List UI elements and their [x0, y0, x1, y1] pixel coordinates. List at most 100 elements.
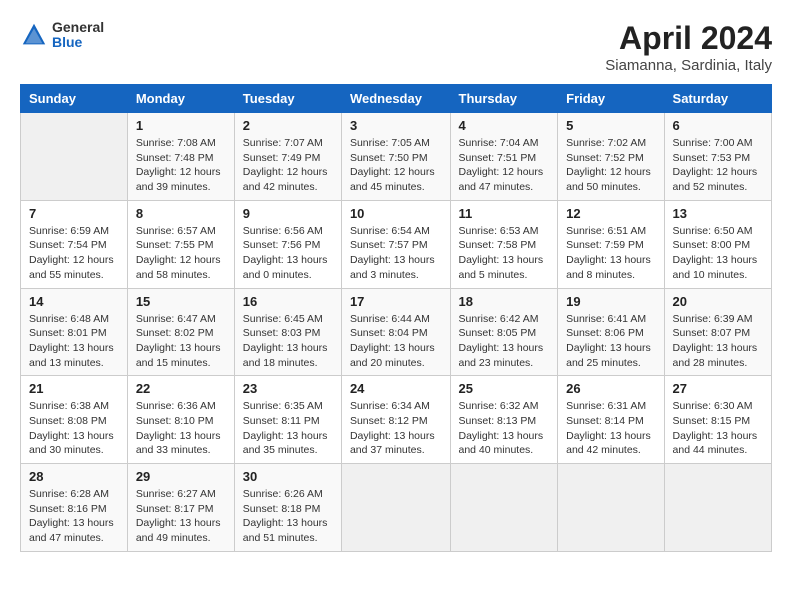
calendar-cell: 21 Sunrise: 6:38 AMSunset: 8:08 PMDaylig… [21, 376, 128, 464]
day-info: Sunrise: 6:28 AMSunset: 8:16 PMDaylight:… [29, 488, 114, 544]
location: Siamanna, Sardinia, Italy [605, 57, 772, 74]
calendar-cell [21, 113, 128, 201]
header-day-monday: Monday [127, 85, 234, 113]
day-number: 28 [29, 469, 119, 484]
calendar-cell: 10 Sunrise: 6:54 AMSunset: 7:57 PMDaylig… [341, 200, 450, 288]
day-number: 12 [566, 206, 655, 221]
day-number: 4 [459, 118, 550, 133]
day-info: Sunrise: 7:02 AMSunset: 7:52 PMDaylight:… [566, 137, 651, 193]
day-number: 1 [136, 118, 226, 133]
calendar-table: SundayMondayTuesdayWednesdayThursdayFrid… [20, 84, 772, 552]
header-row: SundayMondayTuesdayWednesdayThursdayFrid… [21, 85, 772, 113]
logo-general: General [52, 20, 104, 35]
day-number: 15 [136, 294, 226, 309]
day-number: 18 [459, 294, 550, 309]
day-number: 8 [136, 206, 226, 221]
calendar-cell: 7 Sunrise: 6:59 AMSunset: 7:54 PMDayligh… [21, 200, 128, 288]
day-info: Sunrise: 6:57 AMSunset: 7:55 PMDaylight:… [136, 225, 221, 281]
day-number: 27 [673, 381, 763, 396]
calendar-cell: 12 Sunrise: 6:51 AMSunset: 7:59 PMDaylig… [558, 200, 664, 288]
calendar-cell: 2 Sunrise: 7:07 AMSunset: 7:49 PMDayligh… [234, 113, 341, 201]
day-number: 25 [459, 381, 550, 396]
day-number: 3 [350, 118, 442, 133]
header-day-sunday: Sunday [21, 85, 128, 113]
day-info: Sunrise: 6:27 AMSunset: 8:17 PMDaylight:… [136, 488, 221, 544]
day-number: 6 [673, 118, 763, 133]
day-number: 26 [566, 381, 655, 396]
day-info: Sunrise: 7:00 AMSunset: 7:53 PMDaylight:… [673, 137, 758, 193]
calendar-cell: 9 Sunrise: 6:56 AMSunset: 7:56 PMDayligh… [234, 200, 341, 288]
day-info: Sunrise: 6:59 AMSunset: 7:54 PMDaylight:… [29, 225, 114, 281]
calendar-cell: 15 Sunrise: 6:47 AMSunset: 8:02 PMDaylig… [127, 288, 234, 376]
logo-text: General Blue [52, 20, 104, 51]
logo: General Blue [20, 20, 104, 51]
title-block: April 2024 Siamanna, Sardinia, Italy [605, 20, 772, 74]
calendar-cell: 1 Sunrise: 7:08 AMSunset: 7:48 PMDayligh… [127, 113, 234, 201]
calendar-cell [558, 464, 664, 552]
day-info: Sunrise: 6:36 AMSunset: 8:10 PMDaylight:… [136, 400, 221, 456]
calendar-cell: 29 Sunrise: 6:27 AMSunset: 8:17 PMDaylig… [127, 464, 234, 552]
calendar-cell: 5 Sunrise: 7:02 AMSunset: 7:52 PMDayligh… [558, 113, 664, 201]
header-day-wednesday: Wednesday [341, 85, 450, 113]
day-info: Sunrise: 6:53 AMSunset: 7:58 PMDaylight:… [459, 225, 544, 281]
calendar-cell: 6 Sunrise: 7:00 AMSunset: 7:53 PMDayligh… [664, 113, 771, 201]
calendar-cell: 20 Sunrise: 6:39 AMSunset: 8:07 PMDaylig… [664, 288, 771, 376]
calendar-cell: 24 Sunrise: 6:34 AMSunset: 8:12 PMDaylig… [341, 376, 450, 464]
day-info: Sunrise: 7:08 AMSunset: 7:48 PMDaylight:… [136, 137, 221, 193]
day-number: 5 [566, 118, 655, 133]
week-row-3: 14 Sunrise: 6:48 AMSunset: 8:01 PMDaylig… [21, 288, 772, 376]
calendar-cell: 30 Sunrise: 6:26 AMSunset: 8:18 PMDaylig… [234, 464, 341, 552]
day-info: Sunrise: 6:56 AMSunset: 7:56 PMDaylight:… [243, 225, 328, 281]
calendar-cell: 23 Sunrise: 6:35 AMSunset: 8:11 PMDaylig… [234, 376, 341, 464]
day-info: Sunrise: 6:41 AMSunset: 8:06 PMDaylight:… [566, 313, 651, 369]
day-number: 24 [350, 381, 442, 396]
calendar-body: 1 Sunrise: 7:08 AMSunset: 7:48 PMDayligh… [21, 113, 772, 552]
day-number: 21 [29, 381, 119, 396]
calendar-cell: 3 Sunrise: 7:05 AMSunset: 7:50 PMDayligh… [341, 113, 450, 201]
day-info: Sunrise: 6:30 AMSunset: 8:15 PMDaylight:… [673, 400, 758, 456]
week-row-1: 1 Sunrise: 7:08 AMSunset: 7:48 PMDayligh… [21, 113, 772, 201]
calendar-cell: 8 Sunrise: 6:57 AMSunset: 7:55 PMDayligh… [127, 200, 234, 288]
header-day-thursday: Thursday [450, 85, 558, 113]
header-day-friday: Friday [558, 85, 664, 113]
day-info: Sunrise: 6:51 AMSunset: 7:59 PMDaylight:… [566, 225, 651, 281]
day-number: 2 [243, 118, 333, 133]
calendar-cell: 17 Sunrise: 6:44 AMSunset: 8:04 PMDaylig… [341, 288, 450, 376]
month-title: April 2024 [605, 20, 772, 57]
week-row-5: 28 Sunrise: 6:28 AMSunset: 8:16 PMDaylig… [21, 464, 772, 552]
calendar-cell: 4 Sunrise: 7:04 AMSunset: 7:51 PMDayligh… [450, 113, 558, 201]
day-number: 7 [29, 206, 119, 221]
calendar-cell: 22 Sunrise: 6:36 AMSunset: 8:10 PMDaylig… [127, 376, 234, 464]
calendar-cell: 14 Sunrise: 6:48 AMSunset: 8:01 PMDaylig… [21, 288, 128, 376]
calendar-cell [450, 464, 558, 552]
header-day-saturday: Saturday [664, 85, 771, 113]
day-info: Sunrise: 6:35 AMSunset: 8:11 PMDaylight:… [243, 400, 328, 456]
header-day-tuesday: Tuesday [234, 85, 341, 113]
day-info: Sunrise: 6:26 AMSunset: 8:18 PMDaylight:… [243, 488, 328, 544]
calendar-cell [341, 464, 450, 552]
calendar-cell: 26 Sunrise: 6:31 AMSunset: 8:14 PMDaylig… [558, 376, 664, 464]
day-info: Sunrise: 6:44 AMSunset: 8:04 PMDaylight:… [350, 313, 435, 369]
day-info: Sunrise: 6:32 AMSunset: 8:13 PMDaylight:… [459, 400, 544, 456]
calendar-cell: 18 Sunrise: 6:42 AMSunset: 8:05 PMDaylig… [450, 288, 558, 376]
logo-icon [20, 21, 48, 49]
day-number: 29 [136, 469, 226, 484]
calendar-header: SundayMondayTuesdayWednesdayThursdayFrid… [21, 85, 772, 113]
calendar-cell: 27 Sunrise: 6:30 AMSunset: 8:15 PMDaylig… [664, 376, 771, 464]
day-number: 10 [350, 206, 442, 221]
day-info: Sunrise: 7:07 AMSunset: 7:49 PMDaylight:… [243, 137, 328, 193]
day-number: 20 [673, 294, 763, 309]
day-info: Sunrise: 6:38 AMSunset: 8:08 PMDaylight:… [29, 400, 114, 456]
calendar-cell: 19 Sunrise: 6:41 AMSunset: 8:06 PMDaylig… [558, 288, 664, 376]
day-info: Sunrise: 7:04 AMSunset: 7:51 PMDaylight:… [459, 137, 544, 193]
day-number: 9 [243, 206, 333, 221]
day-info: Sunrise: 7:05 AMSunset: 7:50 PMDaylight:… [350, 137, 435, 193]
week-row-4: 21 Sunrise: 6:38 AMSunset: 8:08 PMDaylig… [21, 376, 772, 464]
day-number: 17 [350, 294, 442, 309]
day-number: 30 [243, 469, 333, 484]
day-number: 22 [136, 381, 226, 396]
day-number: 23 [243, 381, 333, 396]
day-info: Sunrise: 6:50 AMSunset: 8:00 PMDaylight:… [673, 225, 758, 281]
day-info: Sunrise: 6:31 AMSunset: 8:14 PMDaylight:… [566, 400, 651, 456]
day-info: Sunrise: 6:54 AMSunset: 7:57 PMDaylight:… [350, 225, 435, 281]
